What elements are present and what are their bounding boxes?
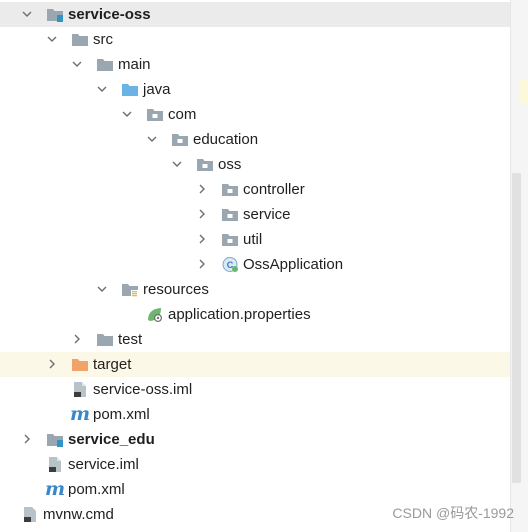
package-icon (196, 156, 214, 173)
node-label: controller (243, 181, 305, 198)
tree-node-pom-xml[interactable]: m pom.xml (0, 402, 510, 427)
tree-node-controller[interactable]: controller (0, 177, 510, 202)
chevron-down-icon[interactable] (145, 132, 159, 146)
node-label: target (93, 356, 132, 373)
chevron-down-icon[interactable] (95, 82, 109, 96)
chevron-right-icon[interactable] (195, 207, 209, 221)
excluded-folder-icon (71, 356, 89, 373)
iml-file-icon (46, 456, 64, 473)
chevron-right-icon[interactable] (195, 182, 209, 196)
package-icon (221, 206, 239, 223)
node-label: test (118, 331, 143, 348)
chevron-down-icon[interactable] (70, 57, 84, 71)
node-label: service.iml (68, 456, 139, 473)
cmd-file-icon (21, 506, 39, 523)
chevron-down-icon[interactable] (45, 32, 59, 46)
tree-node-java[interactable]: java (0, 77, 510, 102)
maven-icon: m (45, 478, 66, 500)
chevron-down-icon[interactable] (170, 157, 184, 171)
node-label: oss (218, 156, 242, 173)
node-label: service_edu (68, 431, 155, 448)
chevron-down-icon[interactable] (20, 7, 34, 21)
tree-node-service-oss[interactable]: service-oss (0, 2, 510, 27)
spring-properties-icon (146, 306, 164, 323)
tree-node-com[interactable]: com (0, 102, 510, 127)
node-label: java (143, 81, 171, 98)
node-label: main (118, 56, 151, 73)
node-label: pom.xml (68, 481, 125, 498)
tree-node-education[interactable]: education (0, 127, 510, 152)
scrollbar-thumb[interactable] (512, 173, 521, 483)
editor-edge-marker (520, 80, 528, 104)
tree-node-oss[interactable]: oss (0, 152, 510, 177)
maven-icon: m (70, 403, 91, 425)
module-folder-icon (46, 6, 64, 23)
module-folder-icon (46, 431, 64, 448)
node-label: service-oss (68, 6, 151, 23)
tree-node-service-iml[interactable]: service.iml (0, 452, 510, 477)
package-icon (221, 181, 239, 198)
tree-node-service[interactable]: service (0, 202, 510, 227)
folder-icon (96, 56, 114, 73)
tree-node-service-oss-iml[interactable]: service-oss.iml (0, 377, 510, 402)
node-label: OssApplication (243, 256, 344, 273)
chevron-right-icon[interactable] (195, 232, 209, 246)
tree-node-oss-application[interactable]: OssApplication (0, 252, 510, 277)
tree-node-resources[interactable]: resources (0, 277, 510, 302)
watermark: CSDN @码农-1992 (392, 505, 514, 521)
node-label: mvnw.cmd (43, 506, 114, 523)
tree-node-pom-xml-root[interactable]: m pom.xml (0, 477, 510, 502)
node-label: resources (143, 281, 209, 298)
node-label: service (243, 206, 291, 223)
tree-node-main[interactable]: main (0, 52, 510, 77)
node-label: src (93, 31, 113, 48)
tree-node-application-properties[interactable]: application.properties (0, 302, 510, 327)
node-label: com (168, 106, 197, 123)
chevron-right-icon[interactable] (20, 432, 34, 446)
chevron-right-icon[interactable] (70, 332, 84, 346)
package-icon (146, 106, 164, 123)
tree-node-src[interactable]: src (0, 27, 510, 52)
chevron-down-icon[interactable] (120, 107, 134, 121)
tree-node-target[interactable]: target (0, 352, 528, 377)
node-label: pom.xml (93, 406, 150, 423)
iml-file-icon (71, 381, 89, 398)
package-icon (171, 131, 189, 148)
folder-icon (96, 331, 114, 348)
spring-boot-class-icon (221, 256, 239, 273)
source-folder-icon (121, 81, 139, 98)
node-label: service-oss.iml (93, 381, 193, 398)
resources-folder-icon (121, 281, 139, 298)
tree-node-util[interactable]: util (0, 227, 510, 252)
chevron-down-icon[interactable] (95, 282, 109, 296)
folder-icon (71, 31, 89, 48)
node-label: util (243, 231, 263, 248)
project-tree: service-oss src main java com education … (0, 0, 528, 532)
chevron-right-icon[interactable] (45, 357, 59, 371)
node-label: education (193, 131, 259, 148)
chevron-right-icon[interactable] (195, 257, 209, 271)
tree-node-service-edu[interactable]: service_edu (0, 427, 510, 452)
package-icon (221, 231, 239, 248)
tree-node-test[interactable]: test (0, 327, 510, 352)
node-label: application.properties (168, 306, 311, 323)
